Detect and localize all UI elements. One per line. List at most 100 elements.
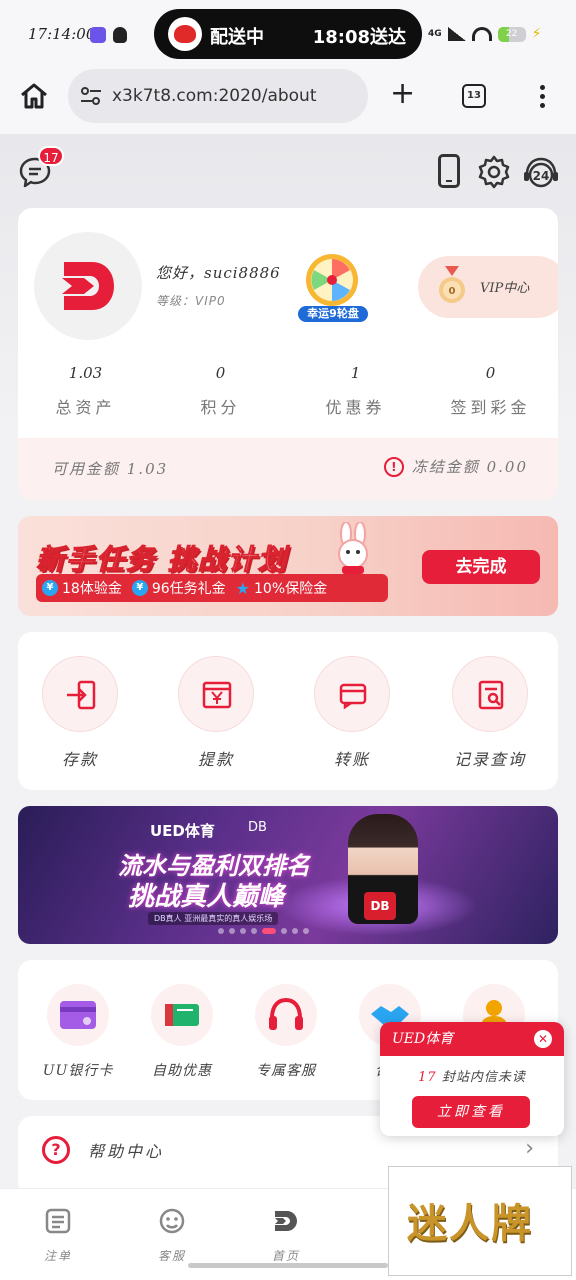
delivery-status: 配送中: [210, 27, 264, 48]
ticket-icon: [151, 984, 213, 1046]
coin-icon: ¥: [42, 580, 58, 596]
site-settings-icon[interactable]: [80, 86, 102, 106]
vip-center-label: VIP中心: [480, 281, 530, 296]
stat-label: 总资产: [55, 398, 116, 417]
tab-support[interactable]: 客服: [132, 1207, 212, 1264]
view-now-button[interactable]: 立即查看: [412, 1096, 530, 1128]
battery-level: 22: [505, 28, 518, 39]
mobile-app-icon[interactable]: [438, 154, 460, 188]
promo-logo: DB: [364, 892, 396, 920]
service-label: 自助优惠: [152, 1063, 212, 1079]
action-label: 提款: [197, 750, 234, 769]
unread-message-popup: UED体育 ✕ 17 封站内信未读 立即查看: [380, 1022, 564, 1136]
task-tag: ¥18体验金: [42, 578, 122, 598]
delivery-live-activity[interactable]: 配送中 18:08送达: [154, 9, 422, 59]
status-indicators: 4G 22 ⚡: [428, 26, 542, 42]
more-menu-icon[interactable]: [532, 82, 552, 110]
popup-message: 17 封站内信未读: [380, 1066, 564, 1085]
url-text[interactable]: x3k7t8.com:2020/about: [112, 86, 317, 106]
new-tab-icon[interactable]: +: [390, 79, 415, 109]
browser-toolbar: x3k7t8.com:2020/about + 13: [0, 66, 576, 134]
bank-card-icon: [47, 984, 109, 1046]
watermark-overlay: 迷人牌: [388, 1166, 572, 1276]
status-bar: 17:14:00 配送中 18:08送达 4G 22 ⚡: [0, 0, 576, 66]
tab-switcher-button[interactable]: 13: [462, 84, 486, 108]
coin-icon: ¥: [131, 580, 148, 596]
task-tag: ¥96任务礼金: [131, 578, 226, 598]
withdraw-icon: [178, 656, 254, 732]
task-tag-label: 10%保险金: [254, 581, 328, 597]
tab-label: 注单: [43, 1249, 72, 1263]
stat-label: 签到彩金: [450, 398, 531, 417]
promo-banner[interactable]: UED体育 DB 流水与盈利双排名 挑战真人巅峰 DB真人 亚洲最真实的真人娱乐…: [18, 806, 558, 944]
tab-home[interactable]: 首页: [246, 1207, 326, 1264]
gear-icon[interactable]: [476, 154, 512, 190]
service-bank-card[interactable]: UU银行卡: [28, 984, 128, 1080]
svg-text:24: 24: [533, 169, 550, 183]
info-icon: !: [383, 456, 404, 477]
home-logo-icon: [275, 1211, 297, 1231]
action-label: 转账: [333, 750, 370, 769]
stat-label: 优惠券: [325, 398, 386, 417]
balance-bar: 可用金额 1.03 ! 冻结金额 0.00: [18, 438, 558, 500]
stat-points[interactable]: 0 积分: [153, 364, 288, 418]
watermark-text: 迷人牌: [407, 1200, 533, 1247]
action-withdraw[interactable]: 提款: [156, 656, 276, 770]
unread-count: 17: [418, 1070, 437, 1085]
help-icon: ?: [42, 1136, 70, 1164]
charging-icon: ⚡: [531, 26, 542, 42]
transfer-icon: [314, 656, 390, 732]
stat-value: 1.03: [68, 364, 103, 382]
delivery-eta: 18:08送达: [312, 27, 406, 48]
help-label: 帮助中心: [88, 1142, 165, 1161]
delivery-rider-icon: [168, 17, 202, 51]
lucky-wheel-label[interactable]: 幸运9轮盘: [298, 306, 368, 322]
frozen-balance-group[interactable]: ! 冻结金额 0.00: [383, 456, 528, 477]
task-tag-label: 18体验金: [62, 581, 122, 597]
stat-value: 0: [485, 364, 496, 382]
promo-brand: UED体育: [150, 822, 215, 840]
records-icon: [452, 656, 528, 732]
popup-message-text: 封站内信未读: [441, 1070, 526, 1085]
available-balance: 可用金额 1.03: [52, 460, 169, 478]
stat-total-assets[interactable]: 1.03 总资产: [18, 364, 153, 418]
svg-text:0: 0: [449, 286, 456, 297]
task-complete-button[interactable]: 去完成: [422, 550, 540, 584]
network-type: 4G: [428, 29, 442, 39]
support-24h-icon[interactable]: 24: [522, 154, 560, 192]
newbie-task-banner[interactable]: 新手任务 挑战计划 ¥18体验金 ¥96任务礼金 ★ 10%保险金 去完成: [18, 516, 558, 616]
url-bar[interactable]: x3k7t8.com:2020/about: [68, 69, 368, 123]
task-tag-label: 96任务礼金: [151, 581, 226, 597]
task-title: 新手任务 挑战计划: [36, 543, 288, 577]
headset-icon: [255, 984, 317, 1046]
tab-orders[interactable]: 注单: [18, 1207, 98, 1264]
action-label: 存款: [61, 750, 98, 769]
action-transfer[interactable]: 转账: [292, 656, 412, 770]
service-self-promo[interactable]: 自助优惠: [132, 984, 232, 1080]
action-deposit[interactable]: 存款: [20, 656, 140, 770]
carousel-dots[interactable]: [218, 928, 309, 934]
close-icon[interactable]: ✕: [534, 1030, 552, 1048]
chevron-right-icon: ›: [525, 1136, 534, 1161]
action-records[interactable]: 记录查询: [430, 656, 550, 770]
promo-partner: DB: [248, 820, 267, 835]
vip-center-button[interactable]: 0 VIP中心: [418, 256, 558, 318]
service-label: 专属客服: [256, 1063, 316, 1079]
task-tag: ★ 10%保险金: [236, 578, 327, 598]
bunny-mascot-icon: [338, 522, 368, 574]
service-support[interactable]: 专属客服: [236, 984, 336, 1080]
quick-actions-card: 存款 提款 转账 记录查询: [18, 632, 558, 790]
wifi-icon: [471, 27, 492, 41]
tab-label: 首页: [271, 1249, 300, 1263]
brand-logo-icon: [62, 262, 114, 310]
app-notification-icon: [90, 27, 106, 43]
gesture-handle: [188, 1263, 388, 1268]
avatar[interactable]: [34, 232, 142, 340]
member-level: 等级：VIP0: [156, 294, 226, 308]
home-icon[interactable]: [18, 80, 50, 112]
stat-value: 0: [215, 364, 226, 382]
stat-checkin-bonus[interactable]: 0 签到彩金: [423, 364, 558, 418]
tab-label: 客服: [157, 1249, 186, 1263]
star-icon: ★: [235, 578, 250, 598]
stat-coupons[interactable]: 1 优惠券: [288, 364, 423, 418]
